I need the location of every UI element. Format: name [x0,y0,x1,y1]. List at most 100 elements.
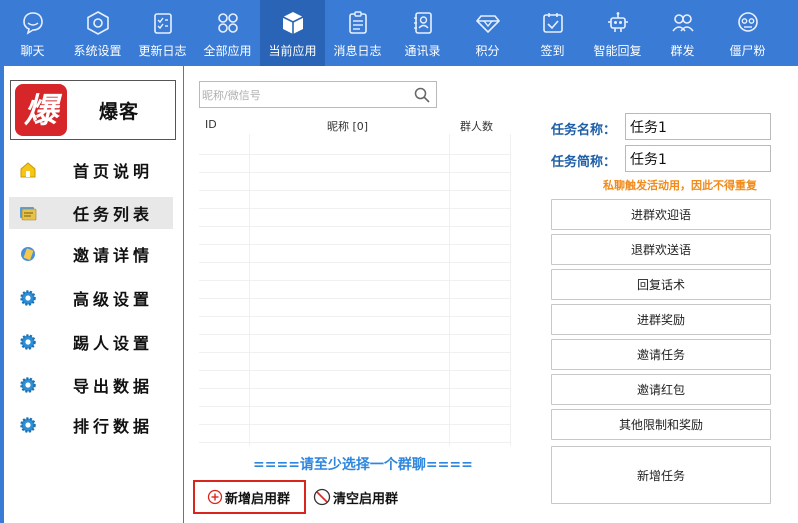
search-icon[interactable] [414,87,430,103]
grid-line [199,154,511,155]
hexagon-settings-icon [86,11,109,35]
top-tab-label: 智能回复 [593,44,642,58]
column-header-id[interactable]: ID [205,118,217,131]
column-header-member-count[interactable]: 群人数 [460,118,493,134]
add-enabled-group-button[interactable]: 新增启用群 [193,480,306,514]
sidebar-item-advanced-settings[interactable]: 高级设置 [9,282,173,314]
top-tab-label: 消息日志 [333,44,382,58]
app-name: 爆客 [99,100,140,123]
top-tab-label: 僵尸粉 [729,44,766,58]
grid-line [199,262,511,263]
other-limits-rewards-button[interactable]: 其他限制和奖励 [551,409,771,440]
column-header-nickname[interactable]: 昵称 [0] [327,118,368,134]
prohibit-icon [313,488,331,506]
contacts-book-icon [413,12,432,34]
invite-red-packet-button[interactable]: 邀请红包 [551,374,771,405]
sidebar-item-label: 邀请详情 [73,246,154,265]
sidebar-item-export-data[interactable]: 导出数据 [9,369,173,401]
group-table: ID 昵称 [0] 群人数 [199,116,511,446]
invite-task-button[interactable]: 邀请任务 [551,339,771,370]
leave-farewell-message-button[interactable]: 退群欢送语 [551,234,771,265]
task-name-input[interactable] [625,113,771,140]
top-toolbar: 聊天 系统设置 更新日志 全部应用 当前应用 消息日志 通讯录 积分 签到 智能… [0,0,798,66]
search-box [199,81,437,108]
task-name-label: 任务名称： [551,123,617,138]
grid-line [199,334,511,335]
sidebar-item-label: 高级设置 [73,290,154,309]
join-reward-button[interactable]: 进群奖励 [551,304,771,335]
invite-icon [21,247,35,261]
sidebar-item-label: 任务列表 [73,205,154,224]
top-tab-label: 全部应用 [203,44,252,58]
sidebar-item-invite-details[interactable]: 邀请详情 [9,238,173,270]
reply-script-button[interactable]: 回复话术 [551,269,771,300]
top-tab-all-apps[interactable]: 全部应用 [195,0,260,66]
task-short-name-label: 任务简称： [551,155,617,170]
top-tab-chat[interactable]: 聊天 [0,0,65,66]
sidebar-item-label: 踢人设置 [73,334,154,353]
gear-icon [20,417,36,433]
message-log-icon [348,11,367,34]
group-users-icon [671,14,694,32]
grid-line [510,134,511,446]
grid-line [199,388,511,389]
grid-line [199,280,511,281]
grid-line [449,134,450,446]
grid-line [199,442,511,443]
grid-line [199,424,511,425]
select-group-hint: ====请至少选择一个群聊==== [253,457,473,473]
top-tab-checkin[interactable]: 签到 [520,0,585,66]
top-tab-system-settings[interactable]: 系统设置 [65,0,130,66]
sidebar-item-kick-settings[interactable]: 踢人设置 [9,326,173,358]
left-sidebar: 爆 爆客 首页说明 任务列表 邀请详情 高级设置 踢人设置 导出数据 排行数据 [0,66,184,523]
grid-line [249,134,250,446]
sidebar-item-ranking-data[interactable]: 排行数据 [9,409,173,441]
top-tab-label: 系统设置 [73,44,122,58]
zombie-icon [737,12,758,32]
top-tab-label: 群发 [670,44,695,58]
sidebar-item-label: 排行数据 [73,417,154,436]
search-input[interactable] [202,85,402,105]
checklist-icon [153,13,172,34]
app-logo: 爆 [15,84,67,136]
top-tab-smart-reply[interactable]: 智能回复 [585,0,650,66]
diamond-icon [475,15,500,34]
calendar-check-icon [542,13,563,33]
top-tab-current-app[interactable]: 当前应用 [260,0,325,66]
gear-icon [20,290,36,306]
grid-line [199,352,511,353]
grid-line [199,172,511,173]
grid-line [199,244,511,245]
home-icon [20,162,36,178]
box-icon [282,12,303,34]
top-tab-broadcast[interactable]: 群发 [650,0,715,66]
app-logo-card: 爆 爆客 [10,80,176,140]
top-tab-label: 更新日志 [138,44,187,58]
grid-line [199,316,511,317]
new-task-button[interactable]: 新增任务 [551,446,771,504]
grid-line [199,190,511,191]
grid-line [199,226,511,227]
svg-text:爆: 爆 [24,91,63,131]
top-tab-label: 通讯录 [404,44,441,58]
sidebar-item-home-guide[interactable]: 首页说明 [9,154,173,186]
chat-icon [22,12,43,35]
task-list-icon [20,207,37,221]
sidebar-item-task-list[interactable]: 任务列表 [9,197,173,229]
top-tab-label: 积分 [475,44,500,58]
robot-icon [607,12,628,32]
plus-circle-icon [207,489,223,505]
short-name-warning: 私聊触发活动用，因此不得重复 [603,179,757,192]
top-tab-contacts[interactable]: 通讯录 [390,0,455,66]
top-tab-zombie-fans[interactable]: 僵尸粉 [715,0,780,66]
grid-line [199,298,511,299]
top-tab-points[interactable]: 积分 [455,0,520,66]
task-short-name-input[interactable] [625,145,771,172]
top-tab-update-log[interactable]: 更新日志 [130,0,195,66]
top-tab-message-log[interactable]: 消息日志 [325,0,390,66]
join-welcome-message-button[interactable]: 进群欢迎语 [551,199,771,230]
grid-line [199,406,511,407]
clear-enabled-group-label: 清空启用群 [333,491,399,507]
grid-line [199,370,511,371]
clear-enabled-group-button[interactable]: 清空启用群 [313,486,398,508]
